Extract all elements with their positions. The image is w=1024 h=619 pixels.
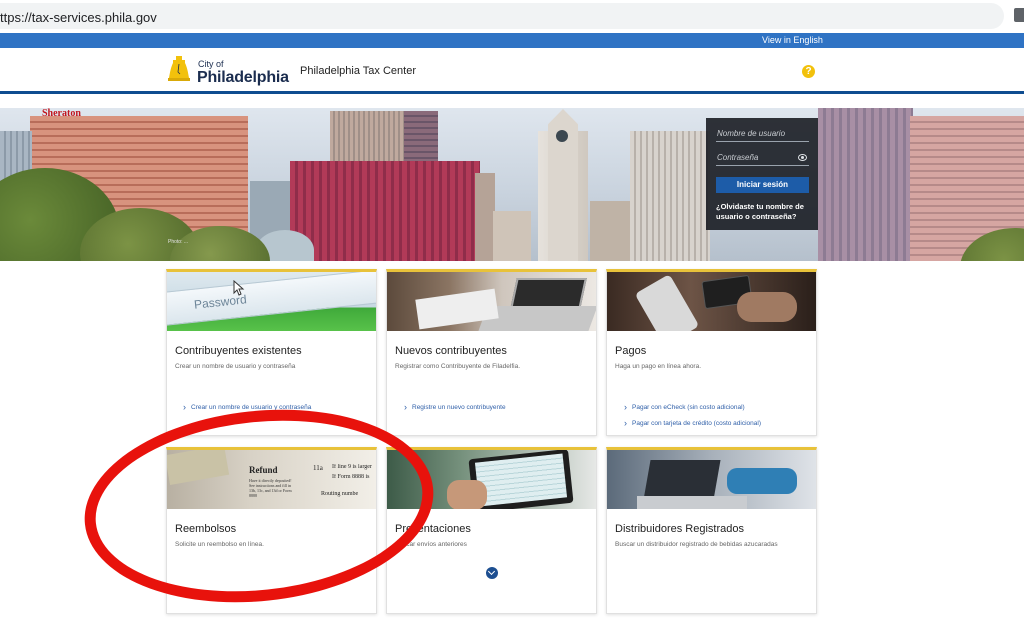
pay-credit-card-link[interactable]: Pagar con tarjeta de crédito (costo adic…	[624, 418, 761, 428]
card-registered-distributors[interactable]: Distribuidores Registrados Buscar un dis…	[606, 447, 817, 614]
card-description: Buscar un distribuidor registrado de beb…	[615, 541, 778, 548]
logo-name: Philadelphia	[197, 69, 289, 86]
show-password-eye-icon[interactable]	[798, 154, 807, 161]
help-icon[interactable]: ?	[802, 65, 815, 78]
card-title[interactable]: Distribuidores Registrados	[615, 523, 744, 535]
hero-building	[290, 161, 480, 261]
hero-building	[818, 108, 913, 261]
logo-city-label: City of	[198, 59, 224, 69]
mouse-cursor-icon	[233, 280, 245, 296]
password-field-image: Password	[167, 272, 376, 331]
hero-building	[475, 173, 495, 261]
laptop-typing-image	[387, 272, 596, 331]
hero-building	[590, 201, 632, 261]
password-field[interactable]: Contraseña	[716, 150, 809, 166]
card-description: Crear un nombre de usuario y contraseña	[175, 363, 296, 370]
view-in-english-link[interactable]: View in English	[762, 35, 823, 45]
extension-puzzle-icon[interactable]	[1014, 8, 1024, 22]
language-strip: View in English	[0, 33, 1024, 48]
register-taxpayer-link[interactable]: Registre un nuevo contribuyente	[404, 402, 506, 412]
address-bar[interactable]: ttps://tax-services.phila.gov	[0, 3, 1004, 29]
card-description: Buscar envíos anteriores	[395, 541, 467, 548]
card-title[interactable]: Pagos	[615, 345, 646, 357]
card-title[interactable]: Nuevos contribuyentes	[395, 345, 507, 357]
site-header: City of Philadelphia Philadelphia Tax Ce…	[0, 48, 1024, 94]
card-payments[interactable]: Pagos Haga un pago en línea ahora. Pagar…	[606, 269, 817, 436]
hero-banner: Sheraton Photo: ...	[0, 108, 1024, 261]
card-description: Registrar como Contribuyente de Filadelf…	[395, 363, 521, 370]
browser-toolbar: ttps://tax-services.phila.gov	[0, 0, 1024, 33]
laptop-work-image	[607, 450, 816, 509]
username-field[interactable]: Nombre de usuario	[716, 126, 809, 142]
card-title[interactable]: Contribuyentes existentes	[175, 345, 302, 357]
card-description: Haga un pago en línea ahora.	[615, 363, 702, 370]
login-button[interactable]: Iniciar sesión	[716, 177, 809, 193]
city-logo[interactable]: City of Philadelphia	[168, 53, 293, 89]
hero-building	[493, 211, 531, 261]
password-placeholder: Contraseña	[717, 153, 759, 162]
username-placeholder: Nombre de usuario	[717, 129, 786, 138]
photo-credit: Photo: ...	[168, 239, 189, 245]
phone-credit-card-image	[607, 272, 816, 331]
card-new-taxpayers[interactable]: Nuevos contribuyentes Registrar como Con…	[386, 269, 597, 436]
url-text[interactable]: ttps://tax-services.phila.gov	[0, 10, 157, 25]
login-panel: Nombre de usuario Contraseña Iniciar ses…	[706, 118, 818, 230]
hero-building	[630, 131, 710, 261]
hero-sign: Sheraton	[42, 108, 81, 119]
scroll-down-icon[interactable]	[486, 567, 498, 579]
clock-icon	[556, 130, 568, 142]
site-title: Philadelphia Tax Center	[300, 65, 416, 77]
pay-echeck-link[interactable]: Pagar con eCheck (sin costo adicional)	[624, 402, 745, 412]
forgot-credentials-link[interactable]: ¿Olvidaste tu nombre de usuario o contra…	[716, 202, 812, 222]
liberty-bell-icon	[168, 56, 190, 81]
